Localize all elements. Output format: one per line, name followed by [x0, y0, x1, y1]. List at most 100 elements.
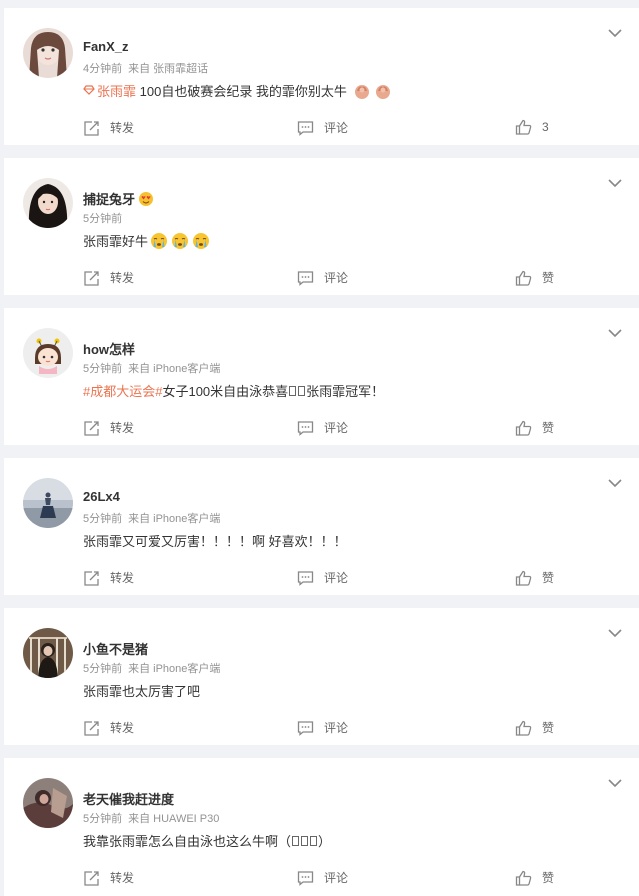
strong-arm-emoji	[374, 82, 392, 100]
thumbs-up-icon	[515, 870, 532, 886]
chevron-down-icon[interactable]	[607, 26, 623, 38]
avatar[interactable]	[23, 28, 73, 78]
like-label: 赞	[542, 721, 555, 735]
meta-line: 5分钟前 来自 iPhone客户端	[83, 510, 220, 526]
comment-card: FanX_z 4分钟前 来自 张雨霏超话 张雨霏 100自也破赛会纪录 我的霏你别太…	[4, 8, 639, 145]
hashtag-link[interactable]: #成都大运会#	[83, 381, 162, 400]
like-count: 3	[542, 120, 549, 134]
comment-icon	[297, 120, 314, 136]
username[interactable]: 小鱼不是猪	[83, 639, 148, 658]
source-prefix: 来自	[128, 513, 151, 525]
repost-button[interactable]: 转发	[83, 269, 134, 286]
crying-emoji	[192, 232, 210, 250]
username[interactable]: how怎样	[83, 339, 135, 358]
comment-label: 评论	[324, 721, 349, 735]
repost-label: 转发	[110, 571, 135, 585]
like-button[interactable]: 赞	[515, 569, 554, 586]
comment-card: how怎样 5分钟前 来自 iPhone客户端 #成都大运会# 女子100米自由泳恭喜…	[4, 308, 639, 445]
comment-card: 小鱼不是猪 5分钟前 来自 iPhone客户端 张雨霏也太厉害了吧 转发 评论 赞	[4, 608, 639, 745]
like-button[interactable]: 赞	[515, 719, 554, 736]
like-button[interactable]: 赞	[515, 419, 554, 436]
username[interactable]: 老天催我赶进度	[83, 789, 174, 808]
chevron-down-icon[interactable]	[607, 326, 623, 338]
comment-icon	[297, 870, 314, 886]
like-button[interactable]: 赞	[515, 869, 554, 886]
avatar[interactable]	[23, 628, 73, 678]
repost-label: 转发	[110, 871, 135, 885]
comment-text: 张雨霏 100自也破赛会纪录 我的霏你别太牛	[83, 81, 392, 100]
action-bar: 转发 评论 赞	[4, 869, 639, 887]
chevron-down-icon[interactable]	[607, 476, 623, 488]
repost-button[interactable]: 转发	[83, 719, 134, 736]
repost-icon	[84, 270, 99, 286]
supertopic-link[interactable]: 张雨霏	[97, 81, 136, 100]
comment-button[interactable]: 评论	[297, 419, 348, 436]
source[interactable]: 张雨霏超话	[153, 63, 208, 75]
comment-label: 评论	[324, 871, 349, 885]
unrendered-glyphs	[291, 833, 318, 848]
comment-body: 张雨霏也太厉害了吧	[83, 684, 201, 699]
repost-button[interactable]: 转发	[83, 869, 134, 886]
action-bar: 转发 评论 赞	[4, 719, 639, 737]
avatar[interactable]	[23, 478, 73, 528]
crying-emoji	[171, 232, 189, 250]
comment-button[interactable]: 评论	[297, 269, 348, 286]
avatar[interactable]	[23, 778, 73, 828]
comment-button[interactable]: 评论	[297, 119, 348, 136]
meta-line: 5分钟前 来自 iPhone客户端	[83, 660, 220, 676]
comment-icon	[297, 270, 314, 286]
source[interactable]: iPhone客户端	[153, 513, 220, 525]
repost-label: 转发	[110, 721, 135, 735]
source-prefix: 来自	[128, 363, 151, 375]
comment-card: 26Lx4 5分钟前 来自 iPhone客户端 张雨霏又可爱又厉害！！！！啊 好喜欢…	[4, 458, 639, 595]
comment-button[interactable]: 评论	[297, 869, 348, 886]
username[interactable]: 26Lx4	[83, 489, 120, 504]
comment-button[interactable]: 评论	[297, 569, 348, 586]
thumbs-up-icon	[515, 119, 532, 135]
strong-arm-emoji	[353, 82, 371, 100]
comment-body-end: 张雨霏冠军！	[306, 384, 385, 399]
source-prefix: 来自	[128, 663, 151, 675]
time: 5分钟前	[83, 663, 123, 675]
source[interactable]: iPhone客户端	[153, 663, 220, 675]
chevron-down-icon[interactable]	[607, 776, 623, 788]
comment-button[interactable]: 评论	[297, 719, 348, 736]
like-label: 赞	[542, 571, 555, 585]
avatar[interactable]	[23, 328, 73, 378]
like-label: 赞	[542, 421, 555, 435]
comment-icon	[297, 720, 314, 736]
comment-body: 女子100米自由泳恭喜	[162, 384, 289, 399]
chevron-down-icon[interactable]	[607, 176, 623, 188]
source[interactable]: HUAWEI P30	[153, 813, 219, 825]
thumbs-up-icon	[515, 720, 532, 736]
unrendered-glyphs	[288, 383, 306, 398]
like-label: 赞	[542, 871, 555, 885]
avatar[interactable]	[23, 178, 73, 228]
action-bar: 转发 评论 赞	[4, 419, 639, 437]
like-button[interactable]: 赞	[515, 269, 554, 286]
comment-icon	[297, 570, 314, 586]
time: 5分钟前	[83, 513, 123, 525]
action-bar: 转发 评论 赞	[4, 569, 639, 587]
comment-text: 我靠张雨霏怎么自由泳也这么牛啊（ ）	[83, 831, 331, 850]
source[interactable]: iPhone客户端	[153, 363, 220, 375]
chevron-down-icon[interactable]	[607, 626, 623, 638]
comment-card: 老天催我赶进度 5分钟前 来自 HUAWEI P30 我靠张雨霏怎么自由泳也这么牛啊…	[4, 758, 639, 896]
username[interactable]: FanX_z	[83, 39, 129, 54]
username[interactable]: 捕捉兔牙	[83, 189, 154, 208]
action-bar: 转发 评论 赞	[4, 269, 639, 287]
comment-card: 捕捉兔牙 5分钟前 张雨霏好牛 转发 评论 赞	[4, 158, 639, 295]
repost-button[interactable]: 转发	[83, 119, 134, 136]
time: 5分钟前	[83, 213, 123, 225]
comment-text: 张雨霏好牛	[83, 231, 210, 250]
comment-icon	[297, 420, 314, 436]
thumbs-up-icon	[515, 570, 532, 586]
repost-label: 转发	[110, 121, 135, 135]
repost-label: 转发	[110, 421, 135, 435]
repost-icon	[84, 870, 99, 886]
like-button[interactable]: 3	[515, 119, 549, 135]
repost-button[interactable]: 转发	[83, 419, 134, 436]
supertopic-icon	[83, 83, 95, 98]
comment-label: 评论	[324, 421, 349, 435]
repost-button[interactable]: 转发	[83, 569, 134, 586]
